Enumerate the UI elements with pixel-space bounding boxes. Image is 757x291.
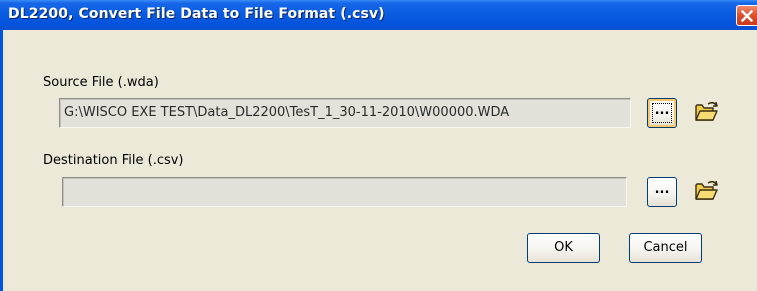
destination-browse-label: ... xyxy=(654,182,670,197)
title-bar[interactable]: DL2200, Convert File Data to File Format… xyxy=(0,0,757,30)
source-browse-button[interactable]: ... xyxy=(647,98,677,128)
source-file-label: Source File (.wda) xyxy=(43,75,159,90)
open-folder-icon xyxy=(695,180,718,200)
destination-browse-button[interactable]: ... xyxy=(647,177,677,207)
focus-rectangle xyxy=(652,103,672,123)
cancel-button[interactable]: Cancel xyxy=(629,233,702,263)
close-button[interactable] xyxy=(736,5,757,26)
open-folder-icon xyxy=(695,101,718,121)
source-file-field[interactable]: G:\WISCO EXE TEST\Data_DL2200\TesT_1_30-… xyxy=(59,98,631,128)
source-open-folder-button[interactable] xyxy=(693,98,723,128)
dialog-body: Source File (.wda) G:\WISCO EXE TEST\Dat… xyxy=(3,30,757,291)
ok-button[interactable]: OK xyxy=(527,233,600,263)
close-icon xyxy=(741,10,753,22)
dialog-window: DL2200, Convert File Data to File Format… xyxy=(0,0,757,291)
destination-file-field[interactable] xyxy=(62,177,627,207)
destination-file-label: Destination File (.csv) xyxy=(43,153,184,168)
destination-open-folder-button[interactable] xyxy=(693,177,723,207)
window-title: DL2200, Convert File Data to File Format… xyxy=(8,6,385,22)
